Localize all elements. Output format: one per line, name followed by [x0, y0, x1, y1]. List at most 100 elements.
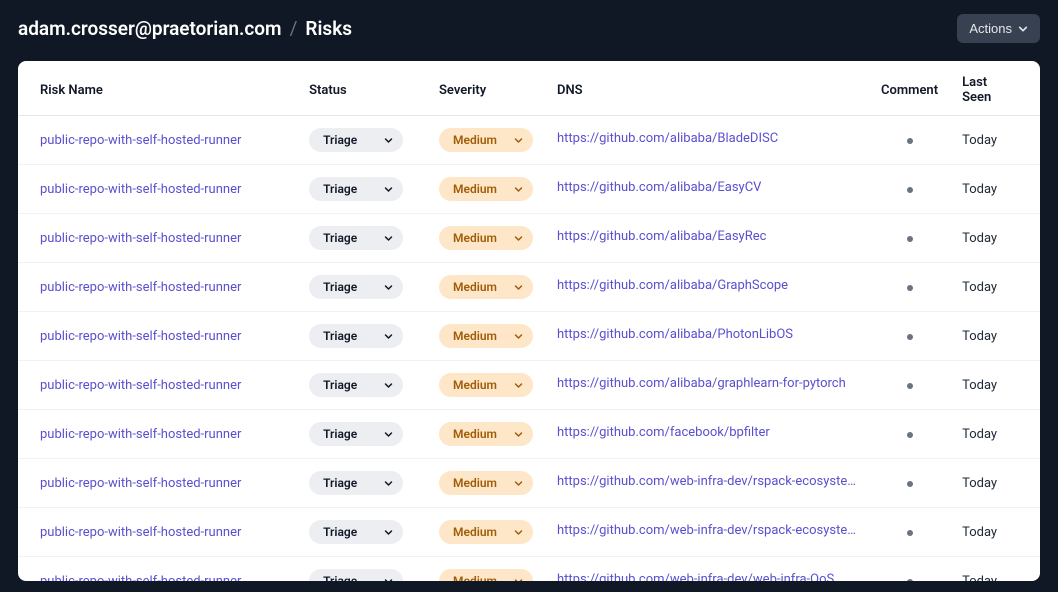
dns-link[interactable]: https://github.com/web-infra-dev/rspack-…: [557, 523, 857, 538]
severity-label: Medium: [453, 329, 497, 343]
comment-indicator-icon[interactable]: [907, 285, 913, 291]
severity-select[interactable]: Medium: [439, 226, 533, 250]
last-seen-value: Today: [962, 182, 997, 197]
severity-label: Medium: [453, 133, 497, 147]
status-label: Triage: [323, 280, 357, 294]
dns-link[interactable]: https://github.com/web-infra-dev/web-inf…: [557, 572, 834, 582]
severity-select[interactable]: Medium: [439, 324, 533, 348]
severity-label: Medium: [453, 525, 497, 539]
status-select[interactable]: Triage: [309, 177, 403, 201]
status-label: Triage: [323, 574, 357, 581]
col-header-dns[interactable]: DNS: [545, 61, 869, 116]
risk-name-link[interactable]: public-repo-with-self-hosted-runner: [40, 231, 241, 246]
dns-link[interactable]: https://github.com/alibaba/GraphScope: [557, 278, 788, 293]
status-select[interactable]: Triage: [309, 520, 403, 544]
status-select[interactable]: Triage: [309, 275, 403, 299]
status-label: Triage: [323, 525, 357, 539]
dns-link[interactable]: https://github.com/web-infra-dev/rspack-…: [557, 474, 857, 489]
dns-link[interactable]: https://github.com/alibaba/BladeDISC: [557, 131, 778, 146]
status-select[interactable]: Triage: [309, 471, 403, 495]
last-seen-value: Today: [962, 378, 997, 393]
comment-indicator-icon[interactable]: [907, 481, 913, 487]
table-row: public-repo-with-self-hosted-runner Triag…: [18, 312, 1040, 361]
severity-select[interactable]: Medium: [439, 275, 533, 299]
status-label: Triage: [323, 427, 357, 441]
severity-label: Medium: [453, 574, 497, 581]
chevron-down-icon: [384, 136, 393, 145]
table-row: public-repo-with-self-hosted-runner Triag…: [18, 214, 1040, 263]
chevron-down-icon: [514, 430, 523, 439]
comment-indicator-icon[interactable]: [907, 138, 913, 144]
comment-indicator-icon[interactable]: [907, 579, 913, 582]
chevron-down-icon: [1018, 24, 1028, 34]
last-seen-value: Today: [962, 476, 997, 491]
comment-indicator-icon[interactable]: [907, 383, 913, 389]
status-label: Triage: [323, 133, 357, 147]
severity-label: Medium: [453, 280, 497, 294]
risk-name-link[interactable]: public-repo-with-self-hosted-runner: [40, 427, 241, 442]
severity-select[interactable]: Medium: [439, 177, 533, 201]
chevron-down-icon: [384, 234, 393, 243]
comment-indicator-icon[interactable]: [907, 236, 913, 242]
risk-name-link[interactable]: public-repo-with-self-hosted-runner: [40, 133, 241, 148]
dns-link[interactable]: https://github.com/alibaba/EasyRec: [557, 229, 766, 244]
col-header-comment[interactable]: Comment: [869, 61, 950, 116]
chevron-down-icon: [514, 332, 523, 341]
risk-name-link[interactable]: public-repo-with-self-hosted-runner: [40, 280, 241, 295]
risks-panel: Risk Name Status Severity DNS Comment La…: [18, 61, 1040, 581]
status-select[interactable]: Triage: [309, 373, 403, 397]
status-select[interactable]: Triage: [309, 324, 403, 348]
last-seen-value: Today: [962, 231, 997, 246]
chevron-down-icon: [384, 577, 393, 582]
chevron-down-icon: [384, 381, 393, 390]
status-select[interactable]: Triage: [309, 226, 403, 250]
table-row: public-repo-with-self-hosted-runner Triag…: [18, 459, 1040, 508]
dns-link[interactable]: https://github.com/alibaba/graphlearn-fo…: [557, 376, 846, 391]
status-label: Triage: [323, 231, 357, 245]
severity-select[interactable]: Medium: [439, 569, 533, 581]
risk-name-link[interactable]: public-repo-with-self-hosted-runner: [40, 378, 241, 393]
chevron-down-icon: [514, 577, 523, 582]
last-seen-value: Today: [962, 280, 997, 295]
dns-link[interactable]: https://github.com/facebook/bpfilter: [557, 425, 770, 440]
table-row: public-repo-with-self-hosted-runner Triag…: [18, 116, 1040, 165]
dns-link[interactable]: https://github.com/alibaba/PhotonLibOS: [557, 327, 793, 342]
col-header-status[interactable]: Status: [297, 61, 427, 116]
risk-name-link[interactable]: public-repo-with-self-hosted-runner: [40, 476, 241, 491]
risk-name-link[interactable]: public-repo-with-self-hosted-runner: [40, 525, 241, 540]
col-header-lastseen[interactable]: Last Seen: [950, 61, 1040, 116]
dns-link[interactable]: https://github.com/alibaba/EasyCV: [557, 180, 761, 195]
comment-indicator-icon[interactable]: [907, 432, 913, 438]
status-label: Triage: [323, 182, 357, 196]
comment-indicator-icon[interactable]: [907, 530, 913, 536]
chevron-down-icon: [384, 528, 393, 537]
chevron-down-icon: [514, 381, 523, 390]
risk-name-link[interactable]: public-repo-with-self-hosted-runner: [40, 182, 241, 197]
comment-indicator-icon[interactable]: [907, 187, 913, 193]
severity-select[interactable]: Medium: [439, 471, 533, 495]
status-select[interactable]: Triage: [309, 422, 403, 446]
severity-select[interactable]: Medium: [439, 373, 533, 397]
breadcrumb-user[interactable]: adam.crosser@praetorian.com: [18, 17, 282, 40]
table-row: public-repo-with-self-hosted-runner Triag…: [18, 557, 1040, 582]
table-row: public-repo-with-self-hosted-runner Triag…: [18, 508, 1040, 557]
actions-button[interactable]: Actions: [957, 14, 1040, 43]
breadcrumb-page: Risks: [305, 17, 352, 40]
chevron-down-icon: [514, 528, 523, 537]
status-select[interactable]: Triage: [309, 128, 403, 152]
severity-select[interactable]: Medium: [439, 128, 533, 152]
risk-name-link[interactable]: public-repo-with-self-hosted-runner: [40, 574, 241, 582]
chevron-down-icon: [384, 332, 393, 341]
status-select[interactable]: Triage: [309, 569, 403, 581]
severity-select[interactable]: Medium: [439, 422, 533, 446]
col-header-name[interactable]: Risk Name: [18, 61, 297, 116]
severity-select[interactable]: Medium: [439, 520, 533, 544]
table-row: public-repo-with-self-hosted-runner Triag…: [18, 410, 1040, 459]
chevron-down-icon: [514, 136, 523, 145]
comment-indicator-icon[interactable]: [907, 334, 913, 340]
last-seen-value: Today: [962, 329, 997, 344]
col-header-severity[interactable]: Severity: [427, 61, 545, 116]
risks-table: Risk Name Status Severity DNS Comment La…: [18, 61, 1040, 581]
table-row: public-repo-with-self-hosted-runner Triag…: [18, 165, 1040, 214]
risk-name-link[interactable]: public-repo-with-self-hosted-runner: [40, 329, 241, 344]
